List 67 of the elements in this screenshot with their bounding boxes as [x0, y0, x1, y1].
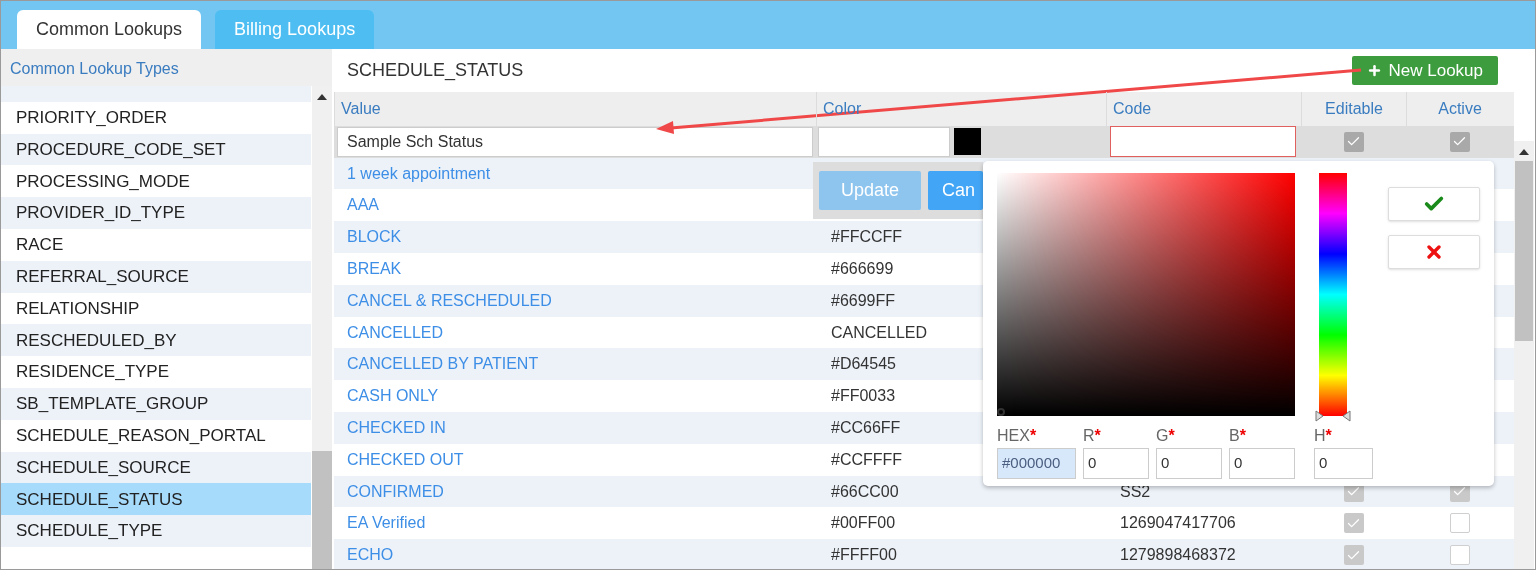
required-mark: * [1325, 426, 1332, 446]
lookup-type-item[interactable]: SCHEDULE_TYPE [1, 515, 312, 547]
confirm-button[interactable] [1388, 187, 1480, 221]
lookup-type-item[interactable]: RESCHEDULED_BY [1, 324, 312, 357]
color-gradient[interactable] [997, 173, 1295, 416]
table-cell: CANCELLED [831, 323, 928, 341]
required-mark: * [1168, 426, 1175, 446]
required-mark: * [1094, 426, 1101, 446]
checkbox[interactable] [1343, 131, 1364, 152]
value-link[interactable]: CASH ONLY [334, 384, 816, 409]
column-header: Editable [1301, 91, 1406, 126]
plus-icon [1367, 62, 1383, 78]
table-cell: #FF0033 [831, 387, 896, 405]
checkbox[interactable] [1449, 545, 1470, 566]
table-cell: #D64545 [831, 355, 896, 373]
hue-handle-icon[interactable] [1315, 410, 1351, 422]
column-header: Code [1106, 91, 1301, 126]
table-cell: #FFFF00 [831, 546, 897, 564]
lookup-type-item[interactable]: PROCEDURE_CODE_SET [1, 133, 312, 166]
lookup-type-item[interactable]: REFERRAL_SOURCE [1, 260, 312, 293]
lookup-type-item[interactable]: SB_TEMPLATE_GROUP [1, 387, 312, 420]
checkbox[interactable] [1449, 131, 1470, 152]
scroll-up-icon [317, 94, 328, 100]
table-cell: #00FF00 [831, 514, 896, 532]
picker-handle-icon[interactable] [997, 408, 1005, 416]
color-value-field[interactable]: 0 [1314, 448, 1373, 479]
field-label: R [1083, 426, 1095, 446]
table-cell: #666699 [831, 259, 894, 277]
table-cell: 1269047417706 [1120, 514, 1236, 532]
color-swatch[interactable] [954, 128, 981, 156]
column-header: Active [1406, 91, 1513, 126]
field-label: H [1314, 426, 1326, 446]
value-input[interactable]: Sample Sch Status [337, 126, 813, 157]
close-icon [1424, 242, 1444, 262]
checkbox[interactable] [1449, 513, 1470, 534]
field-label: HEX [997, 426, 1030, 446]
checkbox[interactable] [1343, 545, 1364, 566]
sidebar-header: Common Lookup Types [1, 49, 332, 86]
table-cell: #CC66FF [831, 418, 901, 436]
tab[interactable]: Common Lookups [17, 10, 202, 49]
scrollbar-thumb[interactable] [312, 451, 332, 569]
color-value-field[interactable]: 0 [1156, 448, 1222, 479]
field-label: G [1156, 426, 1169, 446]
table-cell: #6699FF [831, 291, 896, 309]
color-value-field[interactable]: 0 [1229, 448, 1295, 479]
hue-slider[interactable] [1315, 173, 1351, 422]
table-cell: #FFCCFF [831, 228, 903, 246]
color-value-field[interactable]: 0 [1083, 448, 1149, 479]
table-cell: #66CC00 [831, 482, 899, 500]
lookup-type-item[interactable]: SCHEDULE_STATUS [1, 483, 312, 516]
required-mark: * [1029, 426, 1037, 446]
table-cell: 1279898468372 [1120, 546, 1236, 564]
cancel-button[interactable] [1388, 235, 1480, 269]
checkbox[interactable] [1343, 513, 1364, 534]
required-mark: * [1239, 426, 1246, 446]
code-input[interactable] [1110, 126, 1296, 158]
scrollbar-thumb[interactable] [1515, 161, 1533, 341]
field-label: B [1229, 426, 1240, 446]
table-cell: #CCFFFF [831, 450, 903, 468]
scrollbar[interactable] [312, 86, 332, 569]
color-input[interactable] [818, 126, 950, 157]
lookup-title: SCHEDULE_STATUS [347, 58, 524, 83]
lookup-type-item[interactable]: PROVIDER_ID_TYPE [1, 197, 312, 229]
scrollbar[interactable] [1514, 141, 1534, 569]
scroll-up-icon [1519, 149, 1529, 155]
color-value-field[interactable]: #000000 [997, 448, 1076, 479]
lookup-type-item[interactable]: SCHEDULE_SOURCE [1, 451, 312, 484]
